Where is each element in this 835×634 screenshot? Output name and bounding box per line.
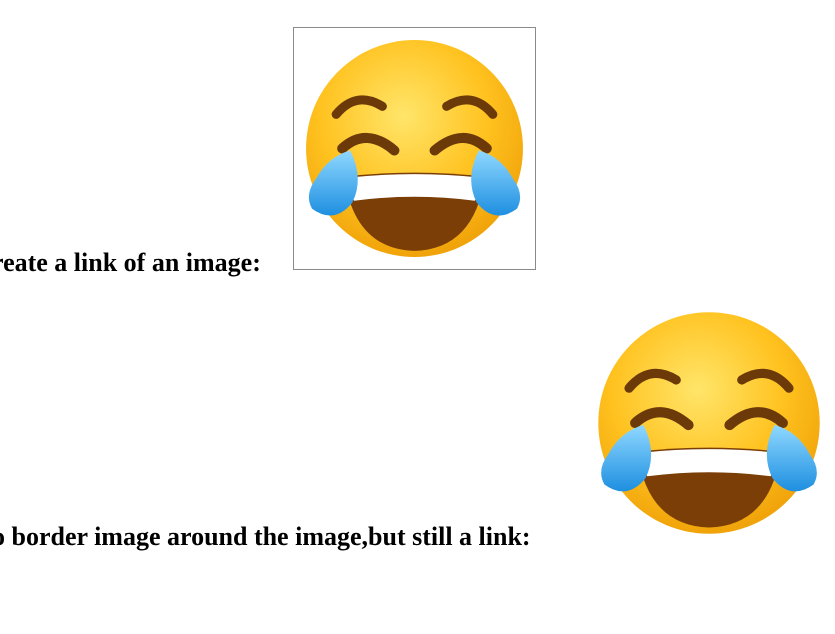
face-with-tears-of-joy-icon [306,40,523,257]
borderless-image-link[interactable] [586,300,832,546]
no-border-image-heading: o border image around the image,but stil… [0,522,531,551]
link-image-heading: reate a link of an image: [0,248,261,277]
face-with-tears-of-joy-icon [598,312,820,534]
bordered-image-link[interactable] [293,27,536,270]
